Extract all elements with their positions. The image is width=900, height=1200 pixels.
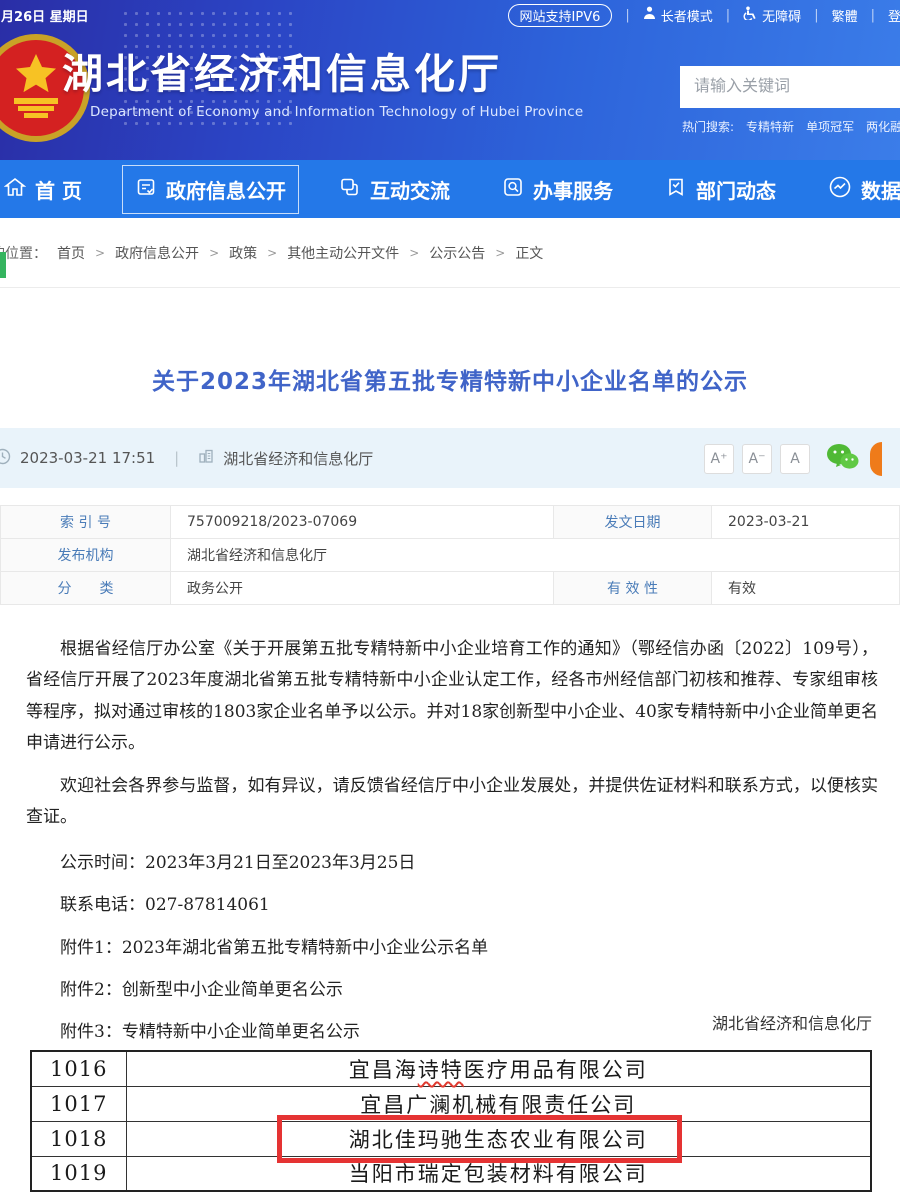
font-smaller-button[interactable]: A⁻ [742, 444, 772, 474]
hot-word[interactable]: 专精特新 [746, 118, 794, 135]
divider: | [726, 8, 730, 23]
topbar: 3月26日 星期日 网站支持IPV6 | 长者模式 | 无障碍 | [0, 0, 900, 30]
weibo-share-icon[interactable] [870, 442, 882, 476]
topbar-links: 网站支持IPV6 | 长者模式 | 无障碍 | 繁體 | [508, 4, 900, 27]
breadcrumb-item[interactable]: 正文 [515, 243, 543, 263]
breadcrumb-item[interactable]: 政策 [229, 243, 257, 263]
side-widget-sliver [0, 252, 6, 278]
breadcrumb-separator: > [267, 246, 277, 260]
table-row: 分 类 政务公开 有 效 性 有效 [1, 572, 900, 605]
company-name: 宜昌广澜机械有限责任公司 [126, 1086, 871, 1121]
breadcrumb-separator: > [209, 246, 219, 260]
nav-item-gov-info[interactable]: 政府信息公开 [122, 165, 299, 214]
pubdate-value: 2023-03-21 [712, 506, 900, 539]
article-meta: 2023-03-21 17:51 | 湖北省经济和信息化厅 A⁺ A⁻ A [0, 428, 900, 488]
company-name: 当阳市瑞定包装材料有限公司 [126, 1156, 871, 1191]
nav-item-services[interactable]: 办事服务 [490, 166, 625, 213]
index-label: 索 引 号 [1, 506, 171, 539]
breadcrumb-item[interactable]: 首页 [57, 243, 85, 263]
table-row: 1019 当阳市瑞定包装材料有限公司 [31, 1156, 871, 1191]
accessibility-icon [743, 6, 757, 24]
article-body: 根据省经信厅办公室《关于开展第五批专精特新中小企业培育工作的通知》（鄂经信办函〔… [26, 634, 878, 1060]
category-label: 分 类 [1, 572, 171, 605]
divider: | [174, 449, 179, 467]
page-title: 关于2023年湖北省第五批专精特新中小企业名单的公示 [0, 362, 900, 396]
document-icon [135, 176, 157, 203]
nav-item-data[interactable]: 数据发布 [816, 166, 900, 213]
breadcrumb: 的位置： 首页 > 政府信息公开 > 政策 > 其他主动公开文件 > 公示公告 … [0, 218, 900, 288]
pubdate-label: 发文日期 [554, 506, 712, 539]
nav-item-home[interactable]: 首 页 [0, 166, 94, 213]
table-row: 1018 湖北佳玛驰生态农业有限公司 [31, 1121, 871, 1156]
building-icon [198, 448, 214, 468]
company-name-highlighted: 湖北佳玛驰生态农业有限公司 [126, 1121, 871, 1156]
home-icon [4, 176, 26, 203]
attachment-2-link[interactable]: 附件2：创新型中小企业简单更名公示 [26, 975, 878, 1006]
nav-item-interaction[interactable]: 互动交流 [327, 166, 462, 213]
table-row: 1016 宜昌海诗特医疗用品有限公司 [31, 1051, 871, 1086]
article-source: 湖北省经济和信息化厅 [223, 448, 373, 469]
font-larger-button[interactable]: A⁺ [704, 444, 734, 474]
wechat-share-icon[interactable] [826, 442, 860, 476]
breadcrumb-item[interactable]: 政府信息公开 [115, 243, 199, 263]
validity-label: 有 效 性 [554, 572, 712, 605]
current-date: 3月26日 星期日 [0, 6, 89, 25]
divider: | [814, 8, 818, 23]
company-name: 宜昌海诗特医疗用品有限公司 [126, 1051, 871, 1086]
row-number: 1016 [31, 1051, 126, 1086]
breadcrumb-item[interactable]: 其他主动公开文件 [287, 243, 399, 263]
row-number: 1017 [31, 1086, 126, 1121]
site-subtitle: Department of Economy and Information Te… [90, 104, 583, 120]
site-title: 湖北省经济和信息化厅 [62, 40, 502, 100]
publish-datetime: 2023-03-21 17:51 [20, 449, 155, 467]
attachment-1-link[interactable]: 附件1：2023年湖北省第五批专精特新中小企业公示名单 [26, 933, 878, 964]
hot-search: 热门搜索: 专精特新 单项冠军 两化融合 小巨人 [682, 118, 900, 135]
company-list-table: 1016 宜昌海诗特医疗用品有限公司 1017 宜昌广澜机械有限责任公司 101… [30, 1050, 872, 1192]
org-label: 发布机构 [1, 539, 171, 572]
person-icon [643, 6, 656, 24]
site-header: 3月26日 星期日 网站支持IPV6 | 长者模式 | 无障碍 | [0, 0, 900, 160]
divider: | [625, 8, 629, 23]
chat-bubbles-icon [339, 176, 361, 203]
main-nav: 首 页 政府信息公开 互动交流 办事服务 部门动 [0, 160, 900, 218]
breadcrumb-separator: > [495, 246, 505, 260]
category-value: 政务公开 [171, 572, 554, 605]
issuing-authority-signature: 湖北省经济和信息化厅 [712, 1010, 872, 1034]
paragraph: 根据省经信厅办公室《关于开展第五批专精特新中小企业培育工作的通知》（鄂经信办函〔… [26, 634, 878, 760]
magnifier-icon [502, 176, 524, 203]
elder-mode-link[interactable]: 长者模式 [643, 6, 713, 25]
spellcheck-underline: 诗特 [418, 1058, 464, 1082]
bookmark-check-icon [665, 176, 687, 203]
breadcrumb-separator: > [409, 246, 419, 260]
hot-word[interactable]: 单项冠军 [806, 118, 854, 135]
clock-icon [0, 448, 11, 469]
breadcrumb-item[interactable]: 公示公告 [429, 243, 485, 263]
table-row: 1017 宜昌广澜机械有限责任公司 [31, 1086, 871, 1121]
login-link[interactable]: 登录 [888, 6, 900, 25]
hot-word[interactable]: 两化融合 [866, 118, 900, 135]
accessibility-link[interactable]: 无障碍 [743, 6, 801, 25]
chart-line-circle-icon [828, 175, 852, 204]
index-value: 757009218/2023-07069 [171, 506, 554, 539]
traditional-chinese-link[interactable]: 繁體 [832, 6, 858, 25]
font-reset-button[interactable]: A [780, 444, 810, 474]
paragraph: 欢迎社会各界参与监督，如有异议，请反馈省经信厅中小企业发展处，并提供佐证材料和联… [26, 771, 878, 834]
org-value: 湖北省经济和信息化厅 [171, 539, 900, 572]
table-row: 发布机构 湖北省经济和信息化厅 [1, 539, 900, 572]
validity-value: 有效 [712, 572, 900, 605]
nav-item-department-news[interactable]: 部门动态 [653, 166, 788, 213]
document-info-table: 索 引 号 757009218/2023-07069 发文日期 2023-03-… [0, 505, 900, 605]
hot-search-label: 热门搜索: [682, 118, 734, 135]
breadcrumb-prefix: 的位置： [0, 243, 47, 263]
search-input[interactable] [680, 66, 900, 108]
table-row: 索 引 号 757009218/2023-07069 发文日期 2023-03-… [1, 506, 900, 539]
publicity-period: 公示时间：2023年3月21日至2023年3月25日 [26, 848, 878, 879]
ipv6-badge[interactable]: 网站支持IPV6 [508, 4, 613, 27]
row-number: 1019 [31, 1156, 126, 1191]
row-number: 1018 [31, 1121, 126, 1156]
contact-phone: 联系电话：027-87814061 [26, 890, 878, 921]
page: 3月26日 星期日 网站支持IPV6 | 长者模式 | 无障碍 | [0, 0, 900, 1200]
divider: | [871, 8, 875, 23]
breadcrumb-separator: > [95, 246, 105, 260]
